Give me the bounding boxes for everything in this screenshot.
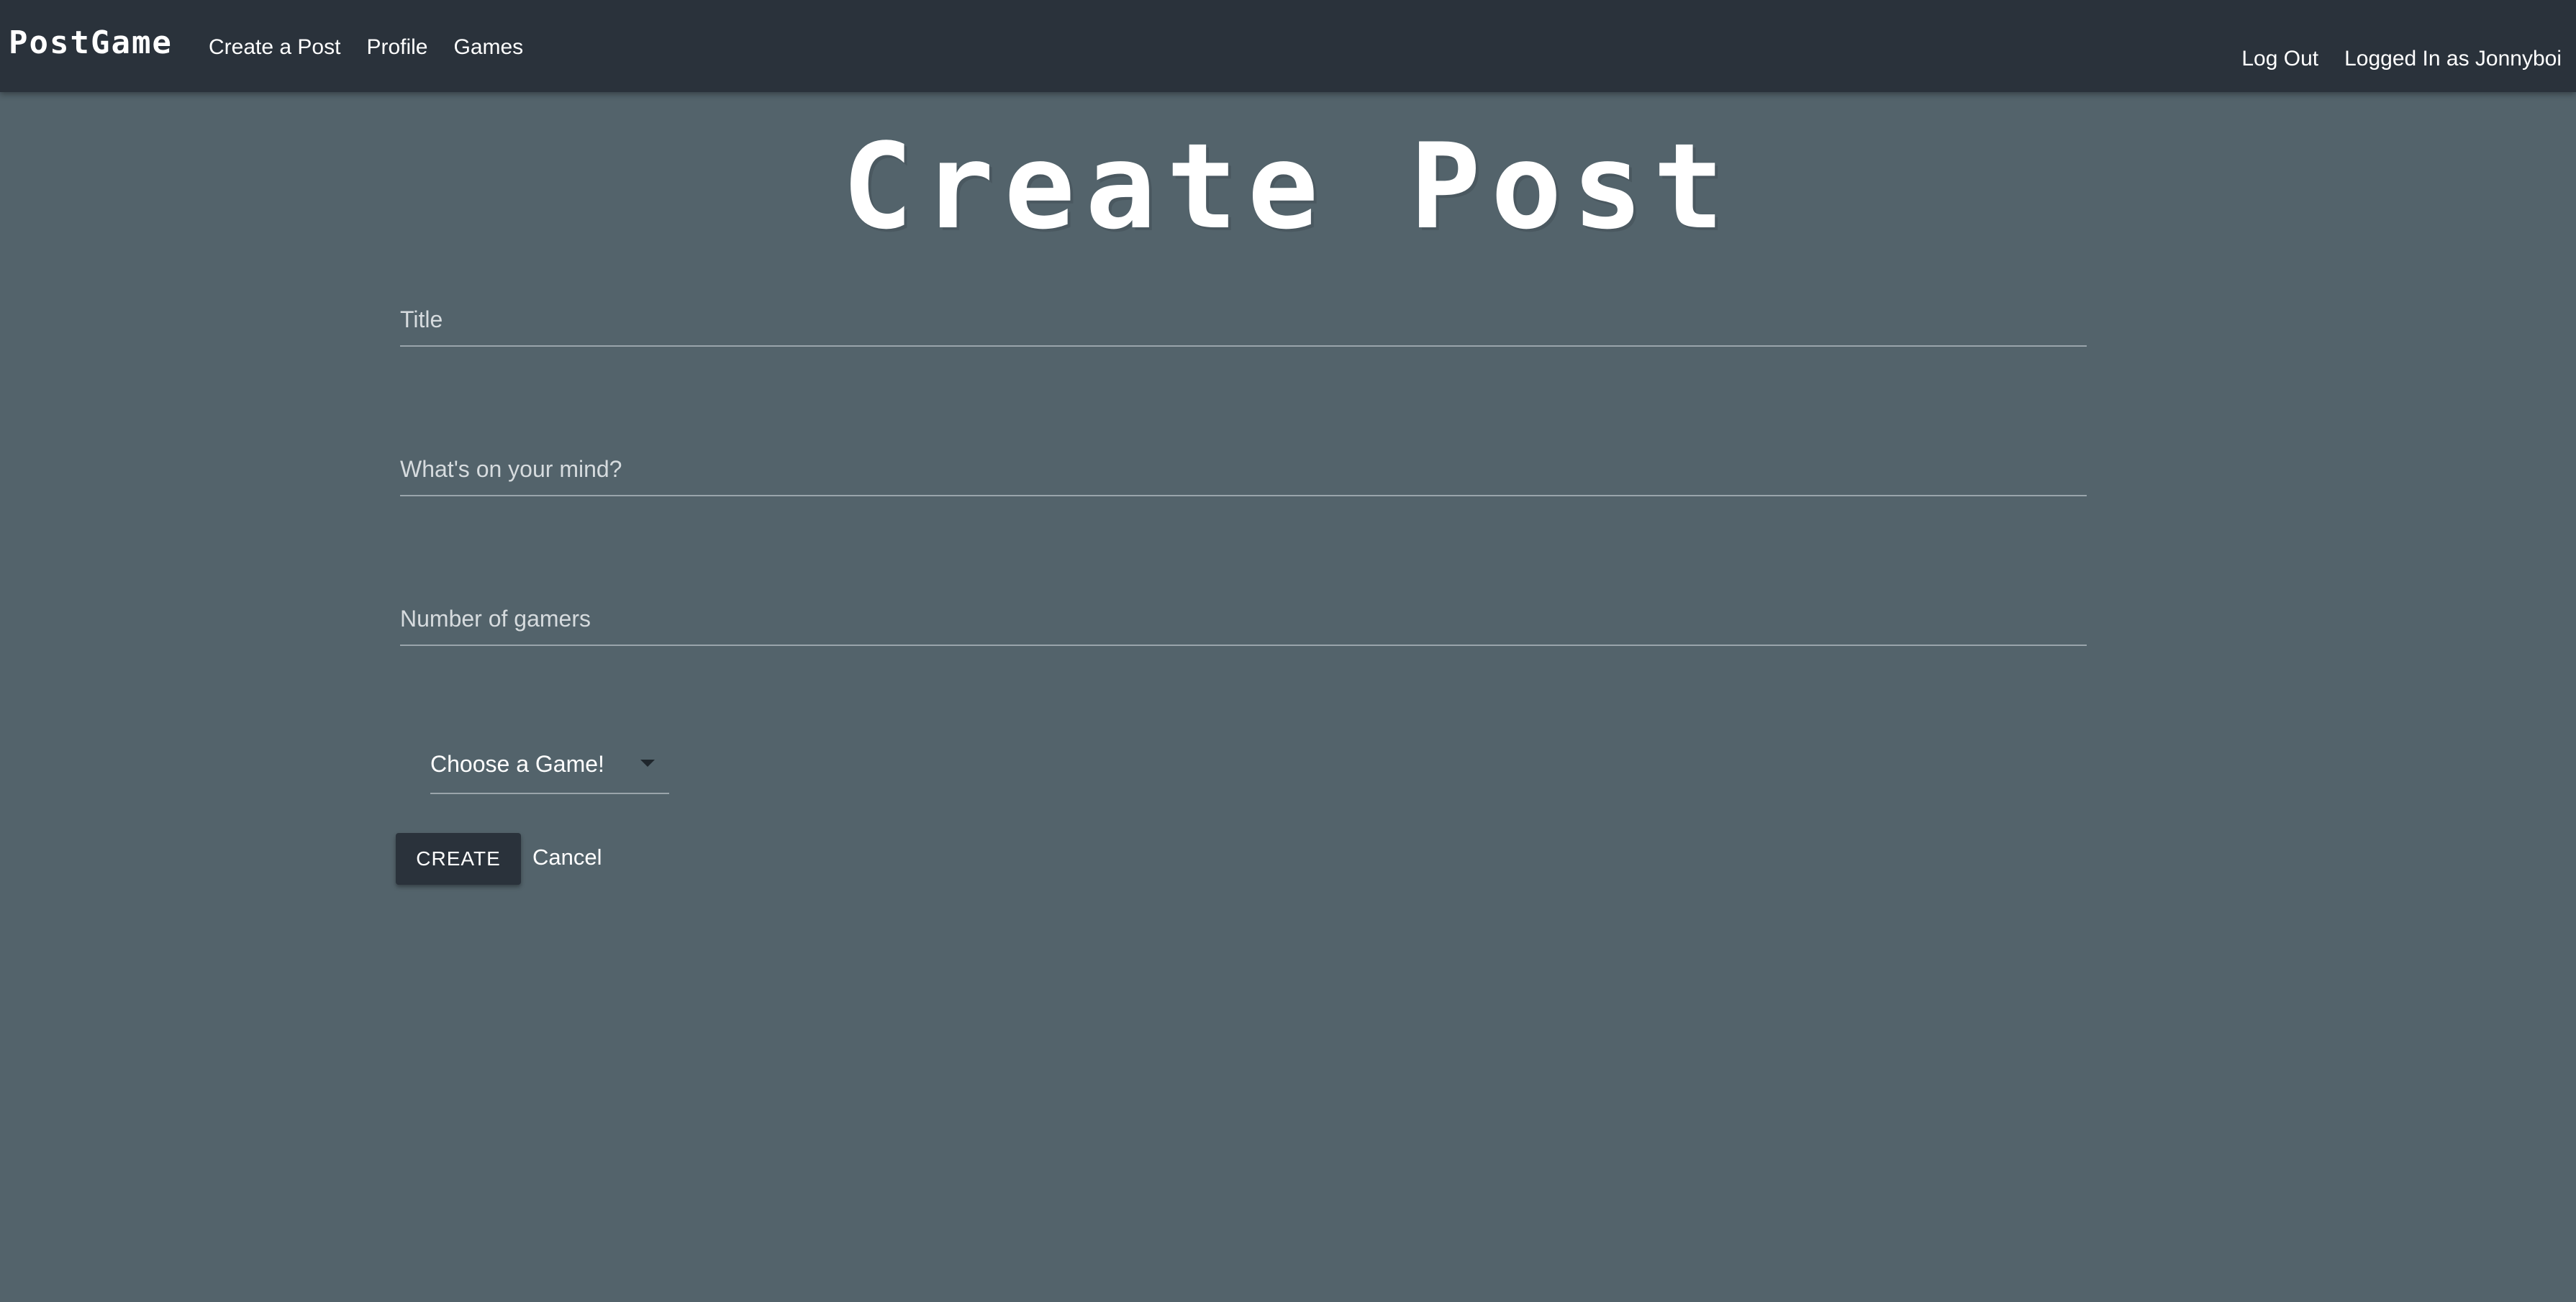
nav-right: Log Out Logged In as Jonnyboi bbox=[2241, 42, 2562, 76]
page-title: Create Post bbox=[841, 118, 1735, 255]
body-input[interactable] bbox=[400, 445, 2087, 493]
gamers-field bbox=[400, 594, 2087, 646]
title-input[interactable] bbox=[400, 295, 2087, 344]
game-select-value: Choose a Game! bbox=[430, 751, 604, 777]
gamers-input[interactable] bbox=[400, 594, 2087, 643]
logged-in-status: Logged In as Jonnyboi bbox=[2344, 47, 2562, 70]
nav-link-games[interactable]: Games bbox=[453, 30, 523, 65]
game-select[interactable]: Choose a Game! bbox=[430, 742, 669, 794]
top-navbar: PostGame Create a Post Profile Games Log… bbox=[0, 0, 2576, 92]
brand-logo[interactable]: PostGame bbox=[9, 22, 173, 65]
nav-link-create-post[interactable]: Create a Post bbox=[209, 30, 340, 65]
cancel-link[interactable]: Cancel bbox=[532, 842, 602, 873]
nav-link-profile[interactable]: Profile bbox=[366, 30, 427, 65]
caret-down-icon bbox=[640, 760, 655, 767]
title-field bbox=[400, 295, 2087, 347]
body-field bbox=[400, 445, 2087, 496]
create-button[interactable]: CREATE bbox=[396, 833, 521, 885]
nav-links: Create a Post Profile Games bbox=[209, 30, 523, 65]
logout-link[interactable]: Log Out bbox=[2241, 42, 2318, 76]
